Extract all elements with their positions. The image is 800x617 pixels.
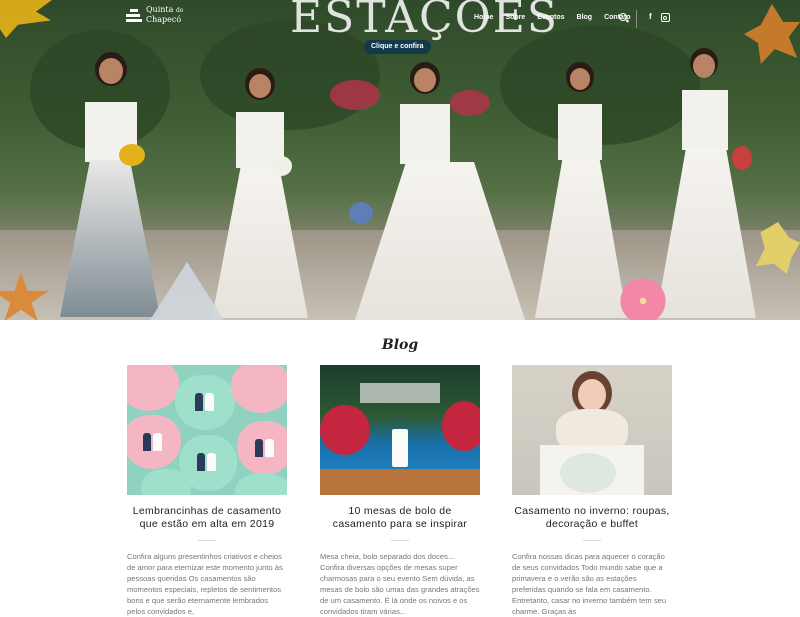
- site-logo[interactable]: Quinta do Chapecó: [126, 5, 183, 24]
- flower-arrangement: [442, 401, 480, 451]
- cookie-image: [127, 365, 179, 411]
- bride-figure: [650, 48, 760, 318]
- flower-decoration: [614, 278, 672, 320]
- nav-eventos[interactable]: Eventos: [537, 14, 564, 21]
- post-excerpt: Confira alguns presentinhos criativos e …: [127, 552, 283, 616]
- cookie-image: [237, 421, 287, 475]
- post-excerpt: Mesa cheia, bolo separado dos doces... C…: [320, 552, 480, 616]
- nav-sobre[interactable]: Sobre: [505, 14, 525, 21]
- nav-blog[interactable]: Blog: [577, 14, 593, 21]
- title-divider: [391, 540, 409, 541]
- nav-separator: [636, 10, 637, 28]
- nav-home[interactable]: Home: [474, 14, 493, 21]
- title-divider: [583, 540, 601, 541]
- post-thumbnail[interactable]: [127, 365, 287, 495]
- cookie-image: [231, 365, 287, 413]
- main-menu: Home Sobre Eventos Blog Contato: [474, 14, 631, 21]
- facebook-icon[interactable]: f: [649, 12, 652, 22]
- cookie-image: [141, 469, 191, 495]
- instagram-icon[interactable]: [660, 13, 670, 22]
- post-thumbnail[interactable]: [512, 365, 672, 495]
- title-divider: [198, 540, 216, 541]
- bride-figure: [345, 62, 525, 320]
- post-thumbnail[interactable]: [320, 365, 480, 495]
- blog-heading: Blog: [381, 337, 419, 353]
- bride-figure: [210, 68, 310, 318]
- bride-figure: [55, 52, 165, 317]
- blog-card[interactable]: Lembrancinhas de casamento que estão em …: [127, 365, 287, 617]
- blog-card[interactable]: 10 mesas de bolo de casamento para se in…: [320, 365, 480, 617]
- cookie-image: [235, 473, 287, 495]
- seasons-title: ESTAÇÕES: [290, 0, 559, 43]
- post-excerpt: Confira nossas dicas para aquecer o cora…: [512, 552, 667, 616]
- cookie-image: [175, 375, 235, 430]
- cake-table: [320, 469, 480, 495]
- cta-button[interactable]: Clique e confira: [364, 40, 431, 54]
- guest-tables: [360, 383, 440, 403]
- cookie-image: [127, 415, 181, 469]
- search-icon[interactable]: [619, 13, 627, 21]
- post-title[interactable]: Casamento no inverno: roupas, decoração …: [512, 505, 672, 531]
- top-navigation: Quinta do Chapecó ESTAÇÕES Home Sobre Ev…: [0, 0, 800, 43]
- wedding-cake: [392, 429, 408, 467]
- flower-arrangement: [320, 405, 370, 455]
- blog-card[interactable]: Casamento no inverno: roupas, decoração …: [512, 365, 672, 617]
- social-links: f: [649, 12, 670, 22]
- white-bouquet: [560, 453, 616, 493]
- logo-mark-icon: [126, 7, 142, 23]
- logo-text: Quinta do Chapecó: [146, 5, 184, 24]
- bride-figure: [530, 62, 630, 318]
- hero-banner[interactable]: Quinta do Chapecó ESTAÇÕES Home Sobre Ev…: [0, 0, 800, 320]
- bride-face: [578, 379, 606, 411]
- post-title[interactable]: Lembrancinhas de casamento que estão em …: [127, 505, 287, 531]
- post-title[interactable]: 10 mesas de bolo de casamento para se in…: [320, 505, 480, 531]
